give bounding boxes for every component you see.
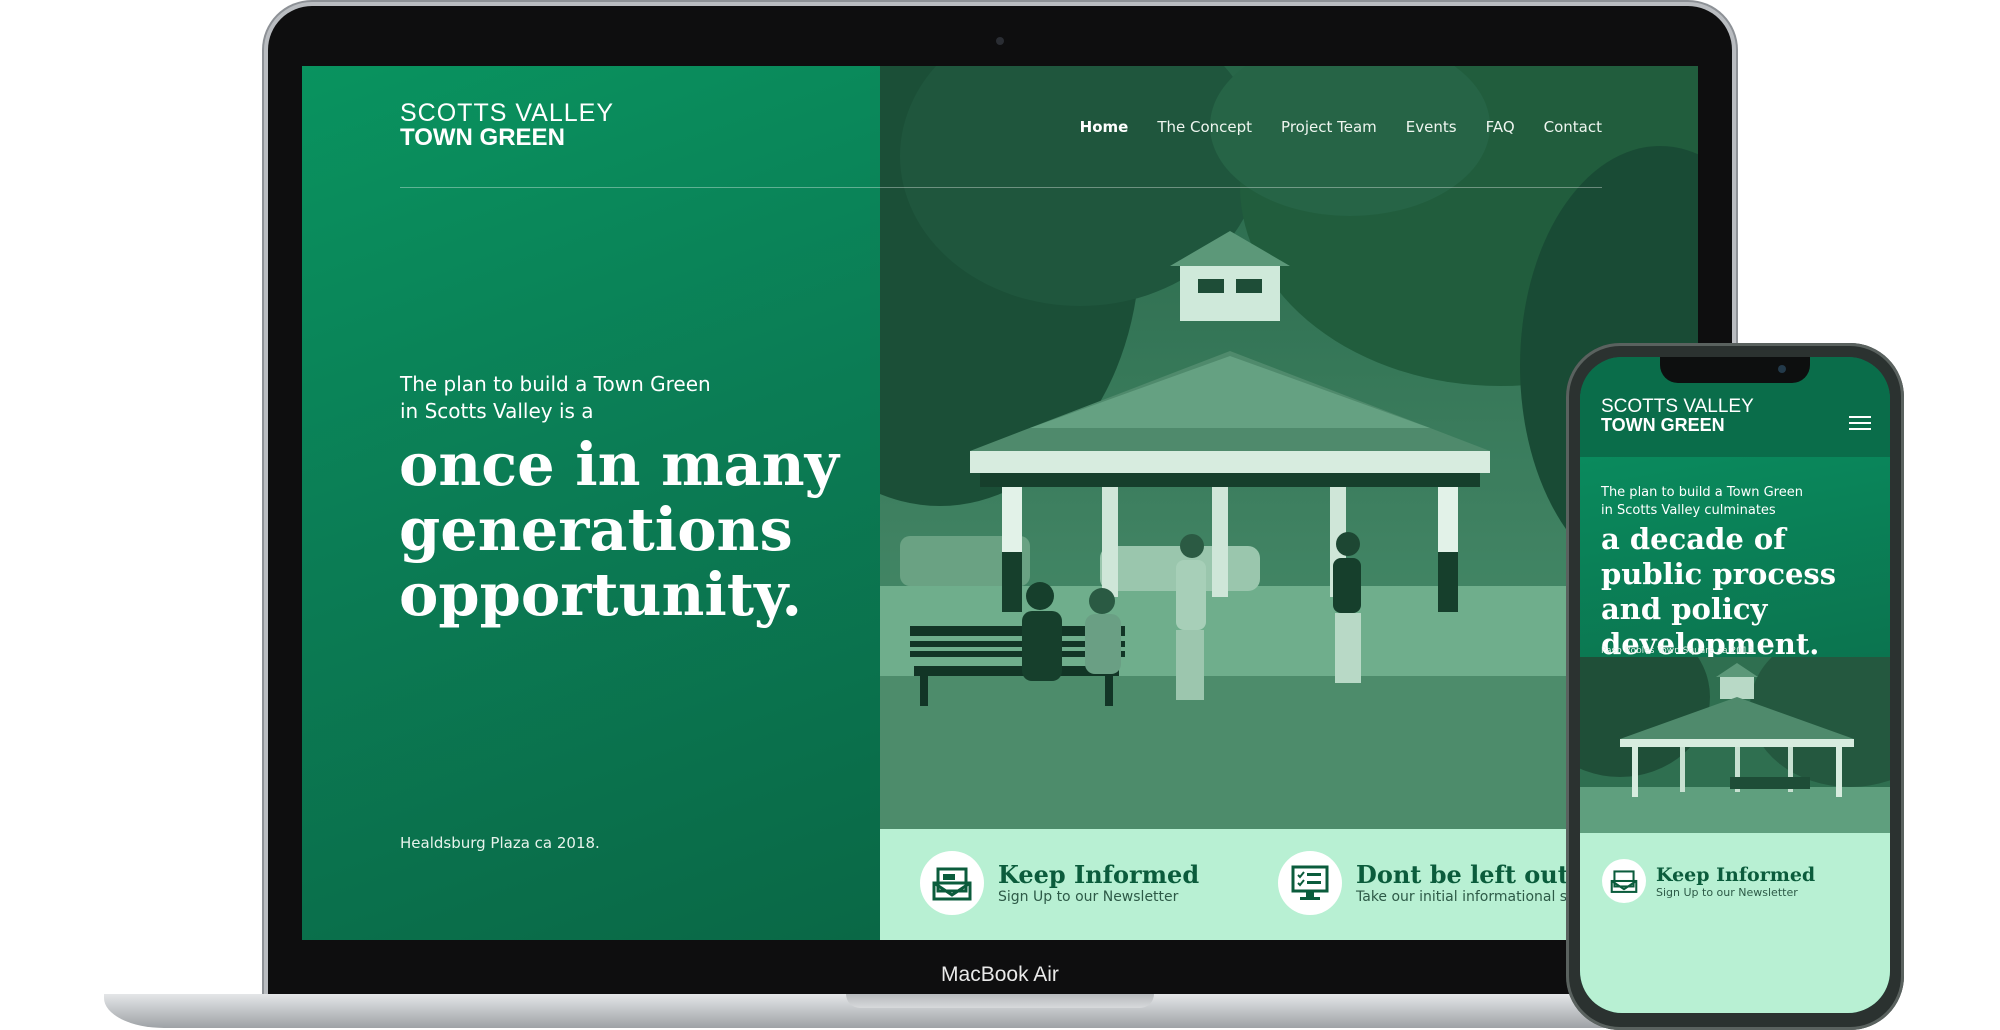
laptop-camera [996, 37, 1004, 45]
phone-cta-title: Keep Informed [1656, 863, 1816, 886]
hero-headline: once in many generations opportunity. [399, 432, 869, 627]
cta-keep-informed[interactable]: Keep Informed Sign Up to our Newsletter [920, 851, 1199, 915]
phone-cta: Keep Informed Sign Up to our Newsletter [1580, 833, 1890, 1013]
nav-item-events[interactable]: Events [1406, 118, 1457, 136]
phone-hero-headline-line-1: a decade of [1601, 522, 1786, 556]
survey-monitor-icon [1278, 851, 1342, 915]
phone-logo-line-2: TOWN GREEN [1601, 415, 1725, 435]
nav-item-home[interactable]: Home [1080, 118, 1129, 136]
phone-hero-headline-line-3: and policy [1601, 592, 1768, 626]
phone-hero-headline-line-2: public process [1601, 557, 1837, 591]
photo-caption: Healdsburg Plaza ca 2018. [400, 834, 600, 852]
hero-headline-line-3: opportunity. [399, 560, 803, 629]
hero-headline-line-1: once in many [399, 430, 839, 499]
cta-keep-informed-title: Keep Informed [998, 860, 1200, 889]
phone-cta-keep-informed[interactable]: Keep Informed Sign Up to our Newsletter [1602, 859, 1815, 903]
logo-line-1: SCOTTS VALLEY [400, 99, 614, 127]
nav-item-project-team[interactable]: Project Team [1281, 118, 1377, 136]
phone-logo-line-1: SCOTTS VALLEY [1601, 396, 1754, 417]
phone-site-logo[interactable]: SCOTTS VALLEY TOWN GREEN [1601, 397, 1754, 435]
nav-item-faq[interactable]: FAQ [1486, 118, 1515, 136]
phone-hero-photo [1580, 657, 1890, 833]
nav-item-the-concept[interactable]: The Concept [1157, 118, 1252, 136]
phone-photo-caption: Paso Robles Town Square ca 2013 [1601, 646, 1754, 656]
phone-camera [1778, 365, 1786, 373]
phone-device: SCOTTS VALLEY TOWN GREEN The plan to bui… [1566, 343, 1904, 1030]
cta-keep-informed-subtitle: Sign Up to our Newsletter [998, 889, 1179, 905]
nav-item-contact[interactable]: Contact [1544, 118, 1602, 136]
phone-hero-intro-line-2: in Scotts Valley culminates [1601, 503, 1776, 518]
hamburger-menu-icon[interactable] [1849, 416, 1871, 430]
hero-intro-line-2: in Scotts Valley is a [400, 399, 594, 423]
phone-hero-intro: The plan to build a Town Green in Scotts… [1601, 484, 1871, 520]
header-divider [400, 187, 1602, 188]
main-nav: Home The Concept Project Team Events FAQ… [1080, 118, 1602, 136]
cta-survey[interactable]: Dont be left out! Take our initial infor… [1278, 851, 1607, 915]
phone-screen: SCOTTS VALLEY TOWN GREEN The plan to bui… [1580, 357, 1890, 1013]
hero-headline-line-2: generations [399, 495, 793, 564]
newsletter-envelope-icon [1602, 859, 1646, 903]
phone-hero-intro-line-1: The plan to build a Town Green [1601, 485, 1803, 500]
laptop-hinge-notch [846, 994, 1154, 1008]
phone-notch [1660, 357, 1810, 383]
newsletter-envelope-icon [920, 851, 984, 915]
phone-gazebo-illustration [1580, 657, 1890, 833]
laptop-screen: SCOTTS VALLEY TOWN GREEN Home The Concep… [302, 66, 1698, 940]
phone-cta-subtitle: Sign Up to our Newsletter [1656, 885, 1798, 899]
hero-intro: The plan to build a Town Green in Scotts… [400, 371, 830, 425]
logo-line-2: TOWN GREEN [400, 124, 565, 151]
hero-intro-line-1: The plan to build a Town Green [400, 372, 711, 396]
phone-hero-headline: a decade of public process and policy de… [1601, 522, 1881, 662]
site-logo[interactable]: SCOTTS VALLEY TOWN GREEN [400, 100, 614, 150]
